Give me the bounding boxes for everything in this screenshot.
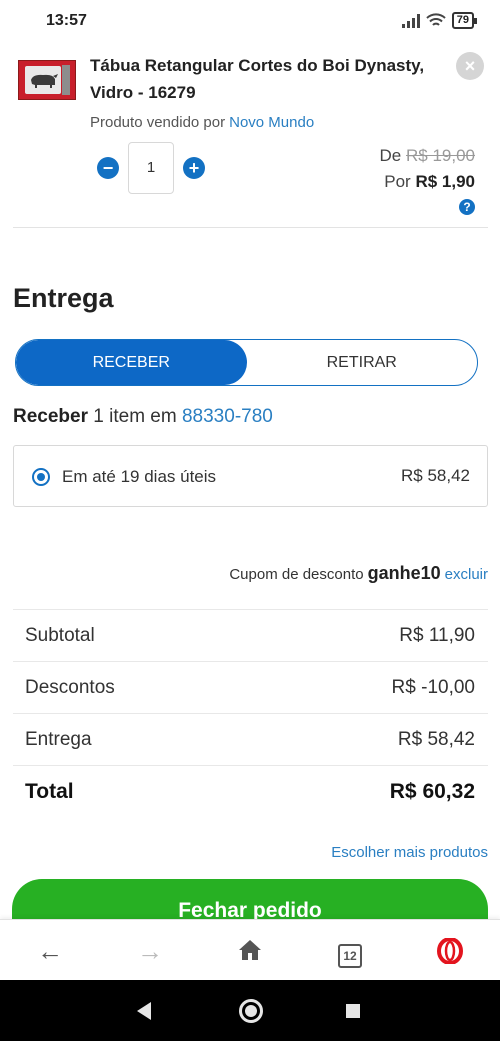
summary-value: R$ 11,90 — [399, 625, 475, 646]
system-home-icon[interactable] — [239, 999, 263, 1023]
shipping-option[interactable]: Em até 19 dias úteis R$ 58,42 — [13, 445, 488, 507]
summary-row-discounts: Descontos R$ -10,00 — [13, 661, 488, 713]
divider — [13, 227, 488, 228]
more-products-link[interactable]: Escolher mais produtos — [331, 844, 488, 861]
receive-label: Receber — [13, 406, 88, 427]
plus-icon: + — [188, 158, 200, 178]
opera-logo-icon — [437, 937, 463, 965]
price-new-prefix: Por — [384, 172, 411, 191]
summary-row-total: Total R$ 60,32 — [13, 765, 488, 817]
tabs-count-icon: 12 — [338, 944, 362, 968]
increase-quantity-button[interactable]: + — [183, 157, 205, 179]
close-icon: × — [464, 56, 476, 76]
sold-by-label: Produto vendido por — [90, 114, 226, 131]
total-value: R$ 60,32 — [389, 780, 475, 803]
wifi-icon — [426, 13, 446, 26]
summary-row-subtotal: Subtotal R$ 11,90 — [13, 609, 488, 661]
signal-icon — [401, 13, 420, 28]
browser-toolbar: ← → 12 — [0, 919, 500, 980]
summary-label: Entrega — [25, 729, 92, 750]
minus-icon: − — [102, 158, 114, 178]
coupon-code: ganhe10 — [367, 563, 441, 583]
system-nav-bar — [0, 980, 500, 1041]
seller-link[interactable]: Novo Mundo — [229, 114, 314, 131]
bull-icon — [31, 74, 58, 88]
delivery-title: Entrega — [13, 283, 114, 313]
price-new-value: R$ 1,90 — [415, 172, 475, 191]
price-old-prefix: De — [379, 146, 402, 165]
back-arrow-icon[interactable]: ← — [30, 933, 70, 969]
items-text: 1 item em — [93, 406, 177, 427]
shipping-option-label: Em até 19 dias úteis — [62, 467, 217, 486]
receive-summary: Receber 1 item em 88330-780 — [13, 406, 273, 428]
price-old-value: R$ 19,00 — [406, 146, 475, 165]
cart-product: Tábua Retangular Cortes do Boi Dynasty, … — [0, 42, 500, 228]
summary-value: R$ 58,42 — [397, 729, 475, 750]
summary-label: Subtotal — [25, 625, 95, 646]
system-recents-icon[interactable] — [346, 1004, 360, 1018]
price-new: Por R$ 1,90 — [384, 172, 475, 192]
forward-arrow-icon[interactable]: → — [130, 933, 170, 969]
tab-receive[interactable]: RECEBER — [16, 340, 247, 385]
product-title[interactable]: Tábua Retangular Cortes do Boi Dynasty, … — [90, 52, 430, 106]
sold-by: Produto vendido por Novo Mundo — [90, 114, 314, 131]
status-icons: 79 — [401, 12, 478, 29]
coupon: Cupom de desconto ganhe10 excluir — [229, 563, 488, 584]
remove-coupon-link[interactable]: excluir — [445, 566, 488, 583]
shipping-option-price: R$ 58,42 — [401, 466, 470, 485]
home-icon[interactable] — [230, 933, 270, 969]
quantity-input[interactable]: 1 — [128, 142, 174, 194]
help-icon[interactable]: ? — [459, 199, 475, 215]
coupon-label: Cupom de desconto — [229, 566, 364, 583]
remove-item-button[interactable]: × — [456, 52, 484, 80]
tab-pickup[interactable]: RETIRAR — [247, 340, 478, 385]
summary-value: R$ -10,00 — [391, 677, 475, 698]
system-back-icon[interactable] — [137, 1002, 151, 1020]
tabs-button[interactable]: 12 — [330, 933, 370, 969]
cep-link[interactable]: 88330-780 — [182, 406, 273, 427]
price-old: De R$ 19,00 — [380, 146, 475, 166]
opera-menu-button[interactable] — [430, 933, 470, 969]
shipping-radio[interactable] — [32, 468, 50, 486]
delivery-mode-toggle: RECEBER RETIRAR — [15, 339, 478, 386]
decrease-quantity-button[interactable]: − — [97, 157, 119, 179]
summary-label: Descontos — [25, 677, 115, 698]
quantity-stepper: − 1 + — [97, 142, 205, 194]
total-label: Total — [25, 780, 74, 803]
order-summary: Subtotal R$ 11,90 Descontos R$ -10,00 En… — [13, 609, 488, 817]
house-icon — [239, 940, 261, 960]
status-bar: 13:57 79 — [0, 0, 500, 42]
status-time: 13:57 — [46, 12, 87, 29]
summary-row-delivery: Entrega R$ 58,42 — [13, 713, 488, 765]
product-image[interactable] — [18, 60, 76, 100]
battery-icon: 79 — [451, 12, 478, 29]
